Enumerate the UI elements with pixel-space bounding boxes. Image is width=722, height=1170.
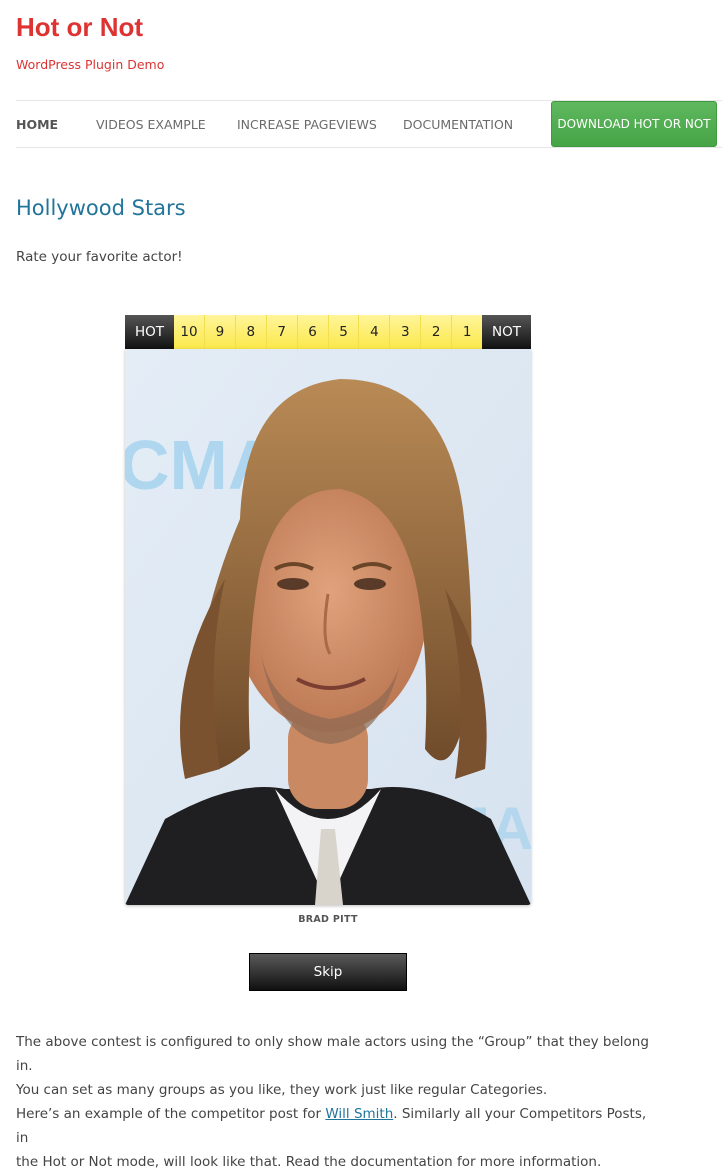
nav-item-videos-example[interactable]: VIDEOS EXAMPLE — [96, 117, 206, 132]
hot-button[interactable]: HOT — [125, 315, 174, 349]
skip-button[interactable]: Skip — [249, 953, 407, 991]
not-button[interactable]: NOT — [482, 315, 531, 349]
example-line-2: the Hot or Not mode, will look like that… — [16, 1154, 602, 1170]
rating-score-3[interactable]: 3 — [390, 315, 422, 349]
example-text-before: Here’s an example of the competitor post… — [16, 1106, 326, 1122]
nav-item-increase-pageviews[interactable]: INCREASE PAGEVIEWS — [237, 117, 377, 132]
rating-score-5[interactable]: 5 — [328, 315, 360, 349]
rating-scores: 10 9 8 7 6 5 4 3 2 1 — [174, 315, 483, 349]
rating-score-2[interactable]: 2 — [421, 315, 453, 349]
will-smith-link[interactable]: Will Smith — [325, 1106, 393, 1122]
main-navigation: HOME VIDEOS EXAMPLE INCREASE PAGEVIEWS D… — [16, 100, 722, 148]
nav-item-home[interactable]: HOME — [16, 117, 58, 132]
description-line-1: The above contest is configured to only … — [16, 1034, 649, 1074]
rating-score-9[interactable]: 9 — [204, 315, 236, 349]
site-tagline: WordPress Plugin Demo — [16, 57, 165, 72]
rating-score-7[interactable]: 7 — [266, 315, 298, 349]
rating-score-6[interactable]: 6 — [297, 315, 329, 349]
page-title: Hollywood Stars — [16, 196, 186, 220]
description-line-2: You can set as many groups as you like, … — [16, 1082, 548, 1098]
download-button[interactable]: DOWNLOAD HOT OR NOT — [551, 101, 717, 147]
rating-score-10[interactable]: 10 — [174, 315, 205, 349]
rating-bar: HOT 10 9 8 7 6 5 4 3 2 1 NOT — [125, 315, 531, 349]
example-paragraph: Here’s an example of the competitor post… — [16, 1102, 656, 1170]
rating-score-4[interactable]: 4 — [359, 315, 391, 349]
competitor-portrait-image: CMA MA — [125, 349, 531, 905]
nav-item-documentation[interactable]: DOCUMENTATION — [403, 117, 513, 132]
rating-score-8[interactable]: 8 — [235, 315, 267, 349]
competitor-photo: CMA MA — [125, 349, 531, 905]
description-paragraph: The above contest is configured to only … — [16, 1030, 656, 1102]
rating-score-1[interactable]: 1 — [452, 315, 483, 349]
site-title[interactable]: Hot or Not — [16, 12, 143, 43]
intro-text: Rate your favorite actor! — [16, 249, 183, 265]
competitor-name: BRAD PITT — [298, 914, 358, 925]
